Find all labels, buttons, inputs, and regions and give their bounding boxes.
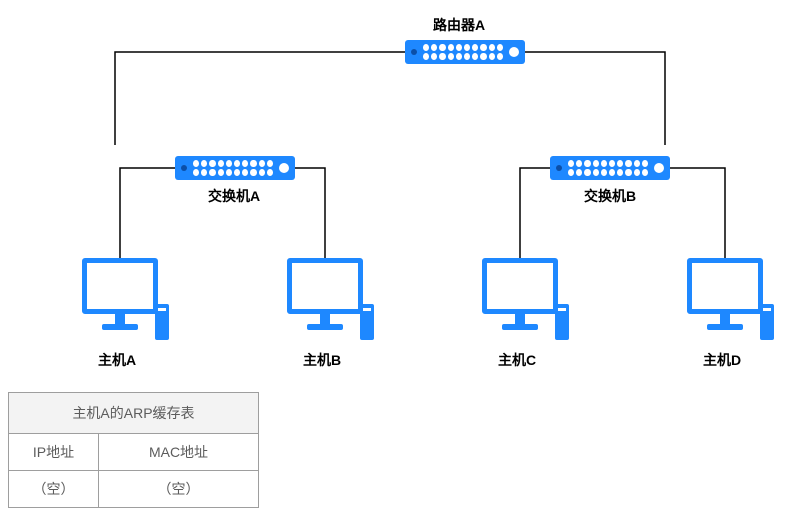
arp-cell-mac-empty: （空） — [99, 471, 259, 508]
host-c-icon — [475, 258, 565, 348]
host-a-icon — [75, 258, 165, 348]
arp-table-title: 主机A的ARP缓存表 — [9, 393, 259, 434]
host-a-label: 主机A — [98, 350, 136, 370]
router-a-icon — [405, 40, 525, 64]
host-b-label: 主机B — [303, 350, 341, 370]
switch-a-label: 交换机A — [208, 186, 260, 206]
router-a-label: 路由器A — [433, 15, 485, 35]
switch-a-icon — [175, 156, 295, 180]
host-c-label: 主机C — [498, 350, 536, 370]
switch-b-icon — [550, 156, 670, 180]
host-b-icon — [280, 258, 370, 348]
arp-cell-ip-empty: （空） — [9, 471, 99, 508]
arp-col-mac-header: MAC地址 — [99, 434, 259, 471]
arp-col-ip-header: IP地址 — [9, 434, 99, 471]
host-d-icon — [680, 258, 770, 348]
host-d-label: 主机D — [703, 350, 741, 370]
switch-b-label: 交换机B — [584, 186, 636, 206]
arp-cache-table: 主机A的ARP缓存表 IP地址 MAC地址 （空） （空） — [8, 392, 259, 508]
